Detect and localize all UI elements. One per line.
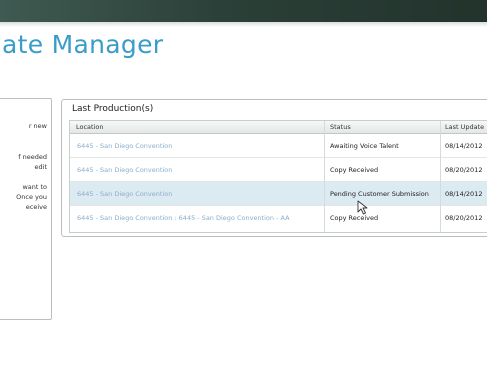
- page: ate Manager r new f needed edit want to …: [0, 0, 487, 381]
- column-header-location[interactable]: Location: [76, 123, 104, 131]
- location-link[interactable]: 6445 - San Diego Convention: [77, 166, 172, 174]
- panel-title: Last Production(s): [72, 104, 154, 114]
- table-row[interactable]: 6445 - San Diego Convention Copy Receive…: [70, 158, 487, 182]
- status-cell: Awaiting Voice Talent: [330, 142, 399, 150]
- instruction-line: Once you: [16, 193, 47, 201]
- last-productions-panel: Last Production(s) Location Status Last …: [61, 99, 487, 237]
- instructions-panel: r new f needed edit want to Once you ece…: [0, 98, 52, 320]
- status-cell: Pending Customer Submission: [330, 190, 429, 198]
- column-divider: [440, 121, 441, 232]
- instruction-line: edit: [34, 163, 47, 171]
- table-row[interactable]: 6445 - San Diego Convention : 6445 - San…: [70, 206, 487, 229]
- table-header: Location Status Last Update: [70, 121, 487, 134]
- column-header-status[interactable]: Status: [330, 123, 351, 131]
- mouse-cursor-icon: [357, 200, 368, 215]
- instruction-line: f needed: [18, 153, 47, 161]
- column-divider: [324, 121, 325, 232]
- page-title: ate Manager: [2, 30, 164, 59]
- instruction-line: r new: [28, 122, 47, 130]
- top-banner: [0, 0, 487, 22]
- table-row[interactable]: 6445 - San Diego Convention Pending Cust…: [70, 182, 487, 206]
- date-cell: 08/14/2012: [445, 142, 483, 150]
- instruction-line: eceive: [25, 203, 47, 211]
- date-cell: 08/20/2012: [445, 166, 483, 174]
- column-header-last-update[interactable]: Last Update: [445, 123, 484, 131]
- banner-shadow: [0, 22, 487, 27]
- status-cell: Copy Received: [330, 214, 379, 222]
- date-cell: 08/14/2012: [445, 190, 483, 198]
- instruction-line: want to: [22, 183, 47, 191]
- date-cell: 08/20/2012: [445, 214, 483, 222]
- location-link[interactable]: 6445 - San Diego Convention : 6445 - San…: [77, 214, 290, 222]
- status-cell: Copy Received: [330, 166, 379, 174]
- table-row[interactable]: 6445 - San Diego Convention Awaiting Voi…: [70, 134, 487, 158]
- location-link[interactable]: 6445 - San Diego Convention: [77, 190, 172, 198]
- location-link[interactable]: 6445 - San Diego Convention: [77, 142, 172, 150]
- productions-table: Location Status Last Update 6445 - San D…: [69, 120, 487, 233]
